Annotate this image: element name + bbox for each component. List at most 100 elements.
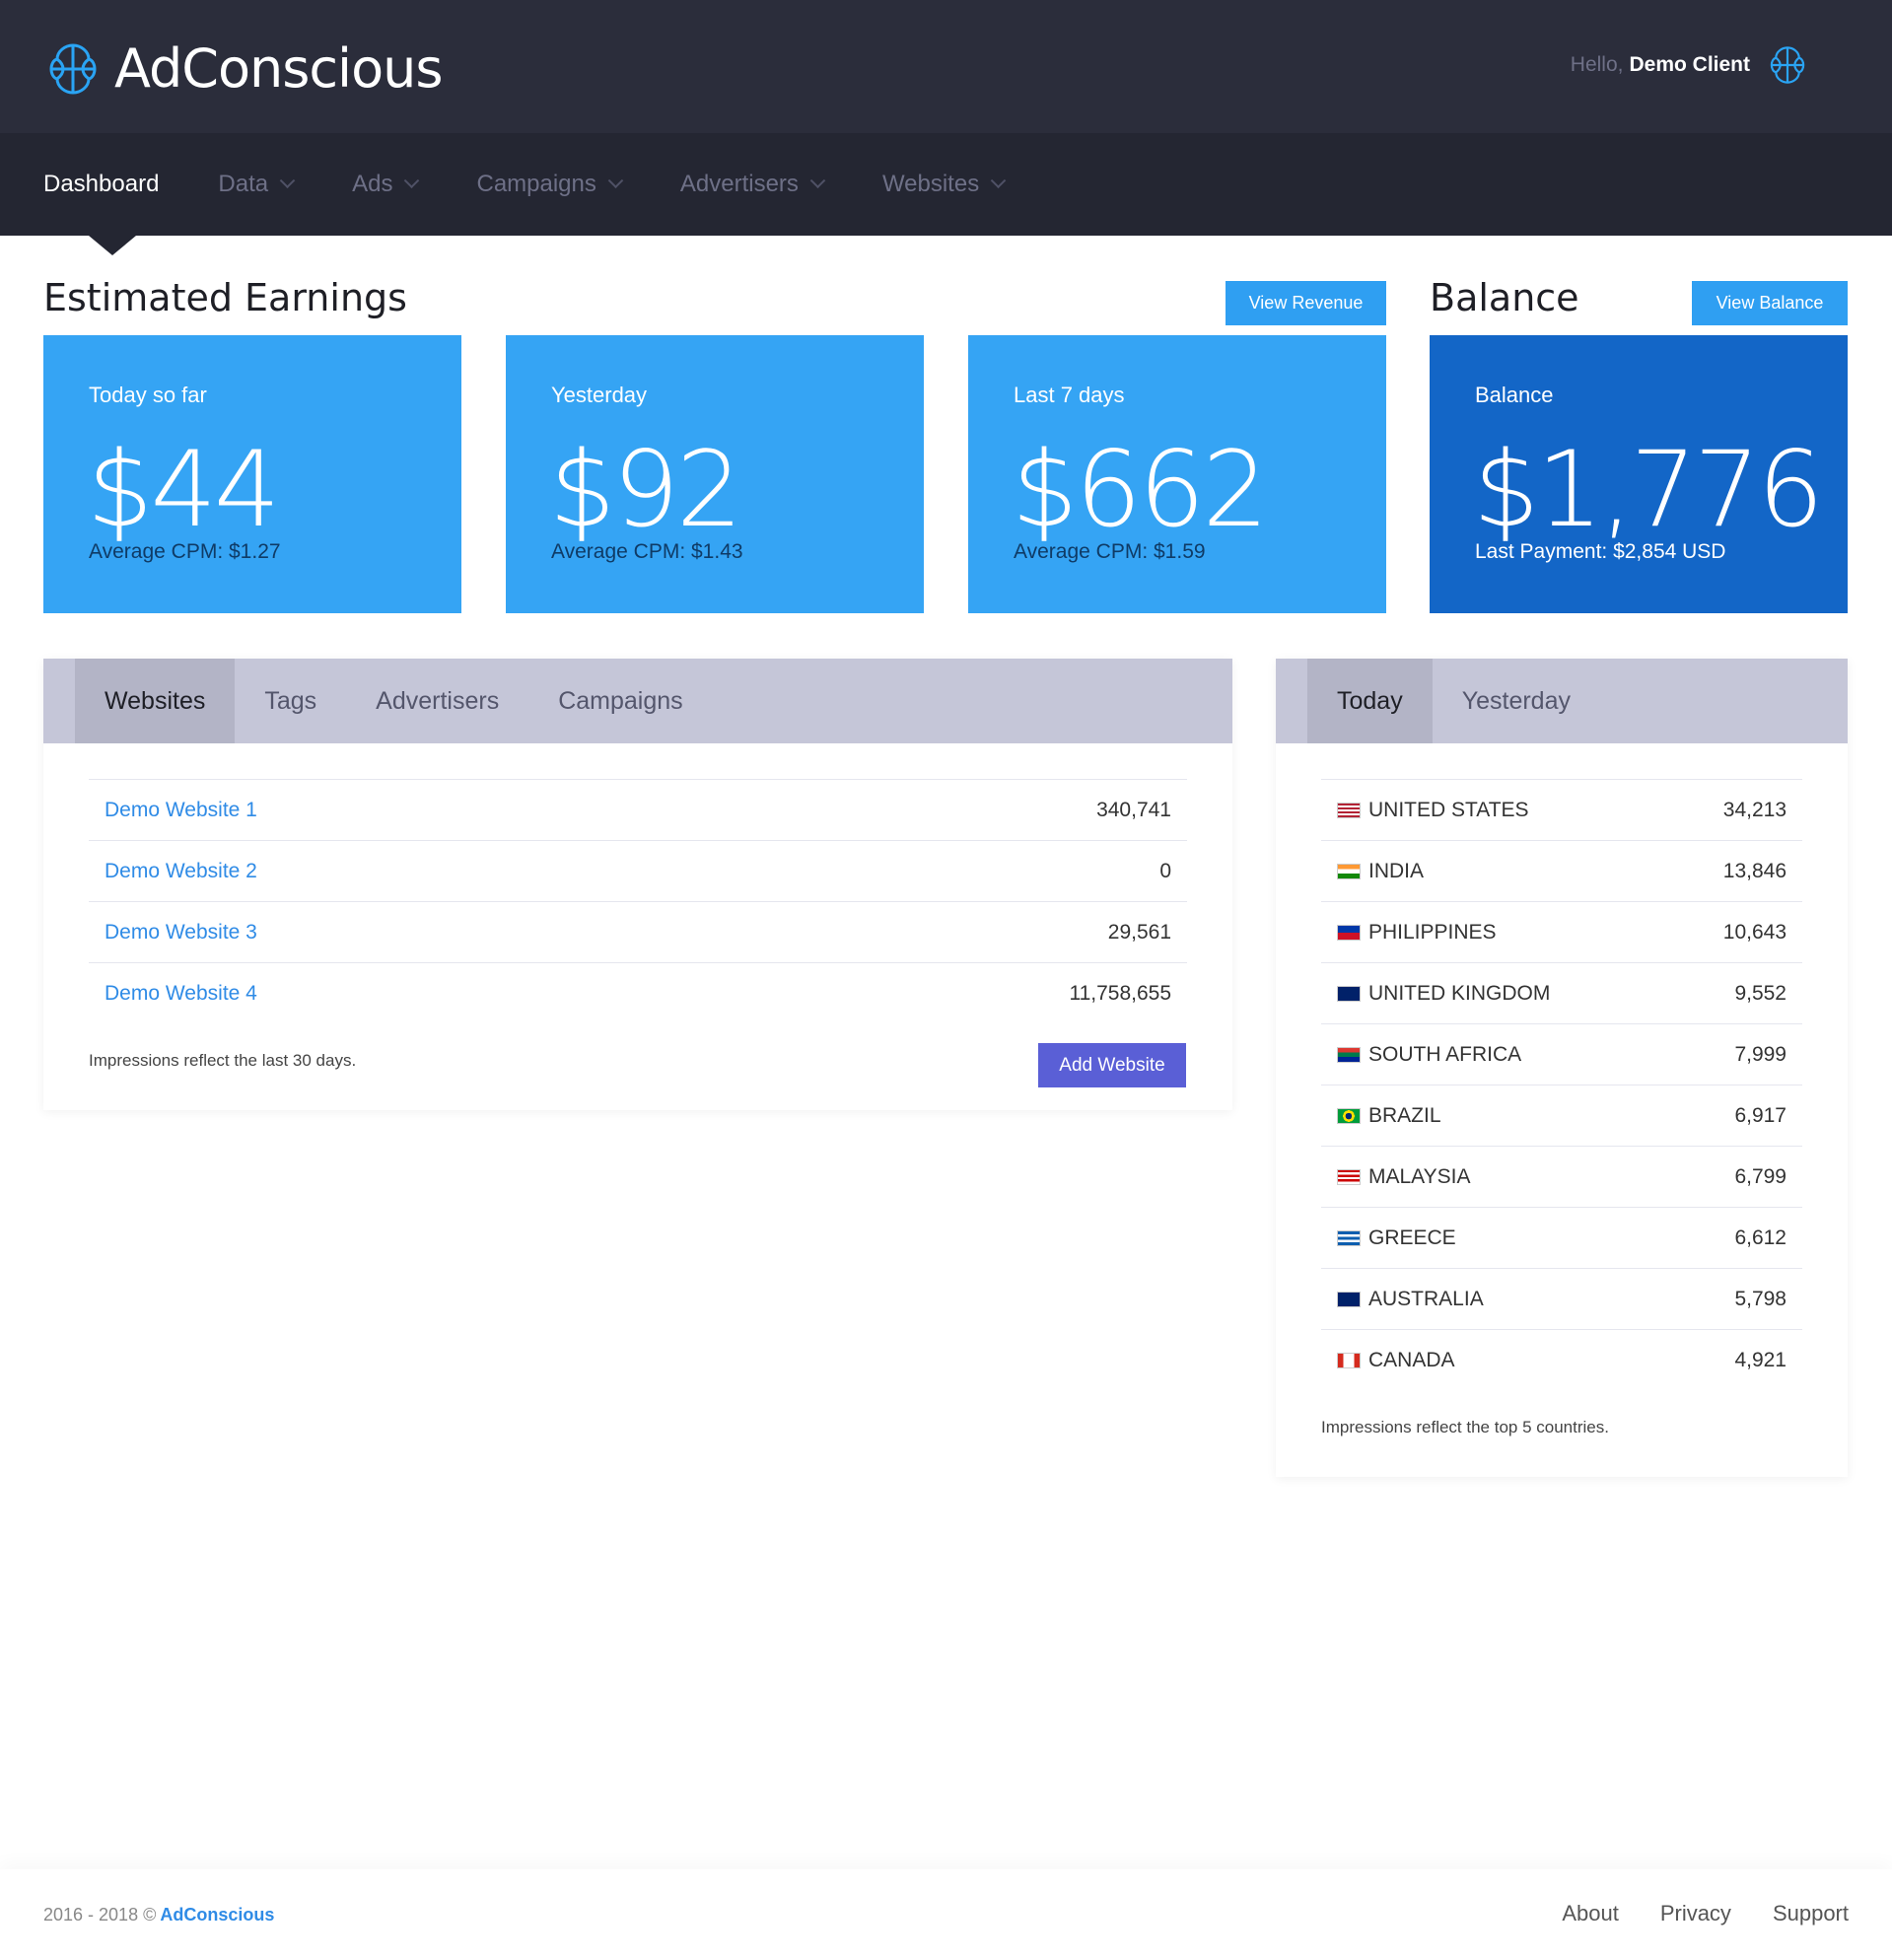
impressions-value: 5,798	[1734, 1287, 1787, 1310]
impressions-value: 13,846	[1722, 859, 1787, 882]
active-nav-pointer	[89, 236, 136, 255]
list-item: BRAZIL 6,917	[1321, 1085, 1802, 1146]
tab-websites[interactable]: Websites	[75, 659, 236, 743]
chevron-down-icon	[990, 172, 1007, 188]
nav-label: Data	[218, 171, 269, 197]
website-link[interactable]: Demo Website 4	[105, 982, 257, 1006]
impressions-value: 6,612	[1734, 1225, 1787, 1249]
list-item: UNITED KINGDOM 9,552	[1321, 962, 1802, 1023]
country-name: BRAZIL	[1368, 1103, 1441, 1127]
earnings-title: Estimated Earnings	[43, 276, 407, 319]
card-amount: $662	[1012, 429, 1269, 550]
card-label: Last 7 days	[1014, 383, 1125, 407]
greeting-text: Hello,	[1570, 53, 1624, 76]
websites-note: Impressions reflect the last 30 days.	[89, 1051, 357, 1070]
ca-flag-icon	[1337, 1352, 1361, 1368]
countries-panel: Today Yesterday UNITED STATES 34,213 IND…	[1276, 659, 1848, 1477]
user-name: Demo Client	[1629, 53, 1750, 76]
list-item: AUSTRALIA 5,798	[1321, 1268, 1802, 1329]
country-name: MALAYSIA	[1368, 1164, 1471, 1188]
nav-ads[interactable]: Ads	[352, 171, 420, 198]
gr-flag-icon	[1337, 1229, 1361, 1246]
list-item: PHILIPPINES 10,643	[1321, 901, 1802, 962]
chevron-down-icon	[279, 172, 296, 188]
brand-logo[interactable]: AdConscious	[43, 37, 443, 100]
country-name: CANADA	[1368, 1348, 1455, 1371]
card-label: Balance	[1475, 383, 1554, 407]
card-label: Today so far	[89, 383, 207, 407]
card-amount: $44	[87, 429, 280, 550]
footer-brand-link[interactable]: AdConscious	[160, 1905, 274, 1925]
list-item: CANADA 4,921	[1321, 1329, 1802, 1390]
country-name: GREECE	[1368, 1225, 1456, 1249]
chevron-down-icon	[404, 172, 420, 188]
website-link[interactable]: Demo Website 3	[105, 921, 257, 945]
card-amount: $1,776	[1473, 429, 1824, 550]
nav-dashboard[interactable]: Dashboard	[43, 171, 159, 198]
impressions-value: 7,999	[1734, 1042, 1787, 1066]
copyright: 2016 - 2018 © AdConscious	[43, 1905, 274, 1925]
footer-links: About Privacy Support	[1520, 1901, 1849, 1926]
card-subtext: Average CPM: $1.27	[89, 540, 281, 563]
footer-link-support[interactable]: Support	[1773, 1901, 1849, 1926]
list-item: Demo Website 2 0	[89, 840, 1187, 901]
chevron-down-icon	[607, 172, 624, 188]
countries-panel-tabs: Today Yesterday	[1276, 659, 1848, 743]
card-subtext: Average CPM: $1.59	[1014, 540, 1206, 563]
list-item: INDIA 13,846	[1321, 840, 1802, 901]
list-item: Demo Website 1 340,741	[89, 779, 1187, 840]
card-subtext: Average CPM: $1.43	[551, 540, 743, 563]
gb-flag-icon	[1337, 985, 1361, 1002]
nav-advertisers[interactable]: Advertisers	[679, 171, 826, 198]
footer-link-privacy[interactable]: Privacy	[1660, 1901, 1731, 1926]
tab-today[interactable]: Today	[1307, 659, 1433, 743]
brand-name: AdConscious	[114, 37, 443, 100]
add-website-button[interactable]: Add Website	[1038, 1043, 1186, 1087]
my-flag-icon	[1337, 1168, 1361, 1185]
balance-title: Balance	[1430, 276, 1579, 319]
earnings-card-last-7-days: Last 7 days $662 Average CPM: $1.59	[968, 335, 1386, 613]
list-item: Demo Website 3 29,561	[89, 901, 1187, 962]
list-item: MALAYSIA 6,799	[1321, 1146, 1802, 1207]
tab-tags[interactable]: Tags	[235, 659, 346, 743]
footer-link-about[interactable]: About	[1562, 1901, 1619, 1926]
impressions-value: 6,917	[1734, 1103, 1787, 1127]
impressions-value: 10,643	[1722, 920, 1787, 944]
impressions-value: 0	[1159, 859, 1171, 882]
user-avatar-icon	[1770, 46, 1805, 84]
nav-label: Advertisers	[679, 171, 799, 197]
list-item: Demo Website 4 11,758,655	[89, 962, 1187, 1023]
websites-panel-tabs: Websites Tags Advertisers Campaigns	[43, 659, 1232, 743]
tab-yesterday[interactable]: Yesterday	[1433, 659, 1600, 743]
balance-card: Balance $1,776 Last Payment: $2,854 USD	[1430, 335, 1848, 613]
list-item: GREECE 6,612	[1321, 1207, 1802, 1268]
website-link[interactable]: Demo Website 1	[105, 799, 257, 822]
country-name: AUSTRALIA	[1368, 1287, 1484, 1310]
view-revenue-button[interactable]: View Revenue	[1226, 281, 1386, 325]
list-item: UNITED STATES 34,213	[1321, 779, 1802, 840]
au-flag-icon	[1337, 1291, 1361, 1307]
ph-flag-icon	[1337, 924, 1361, 941]
za-flag-icon	[1337, 1046, 1361, 1063]
nav-websites[interactable]: Websites	[882, 171, 1007, 198]
nav-campaigns[interactable]: Campaigns	[476, 171, 624, 198]
tab-advertisers[interactable]: Advertisers	[346, 659, 528, 743]
card-label: Yesterday	[551, 383, 648, 407]
main-nav: Dashboard Data Ads Campaigns Advertisers…	[0, 133, 1892, 236]
in-flag-icon	[1337, 863, 1361, 879]
nav-data[interactable]: Data	[218, 171, 296, 198]
websites-panel: Websites Tags Advertisers Campaigns Demo…	[43, 659, 1232, 1110]
countries-list: UNITED STATES 34,213 INDIA 13,846 PHILIP…	[1321, 779, 1802, 1390]
view-balance-button[interactable]: View Balance	[1692, 281, 1848, 325]
website-link[interactable]: Demo Website 2	[105, 860, 257, 883]
impressions-value: 34,213	[1722, 798, 1787, 821]
country-name: UNITED KINGDOM	[1368, 981, 1551, 1005]
tab-campaigns[interactable]: Campaigns	[528, 659, 712, 743]
impressions-value: 4,921	[1734, 1348, 1787, 1371]
br-flag-icon	[1337, 1107, 1361, 1124]
country-name: UNITED STATES	[1368, 798, 1529, 821]
user-greeting[interactable]: Hello, Demo Client	[1571, 43, 1809, 87]
brain-logo-icon	[49, 43, 97, 94]
countries-note: Impressions reflect the top 5 countries.	[1321, 1418, 1609, 1436]
nav-label: Dashboard	[43, 171, 160, 197]
